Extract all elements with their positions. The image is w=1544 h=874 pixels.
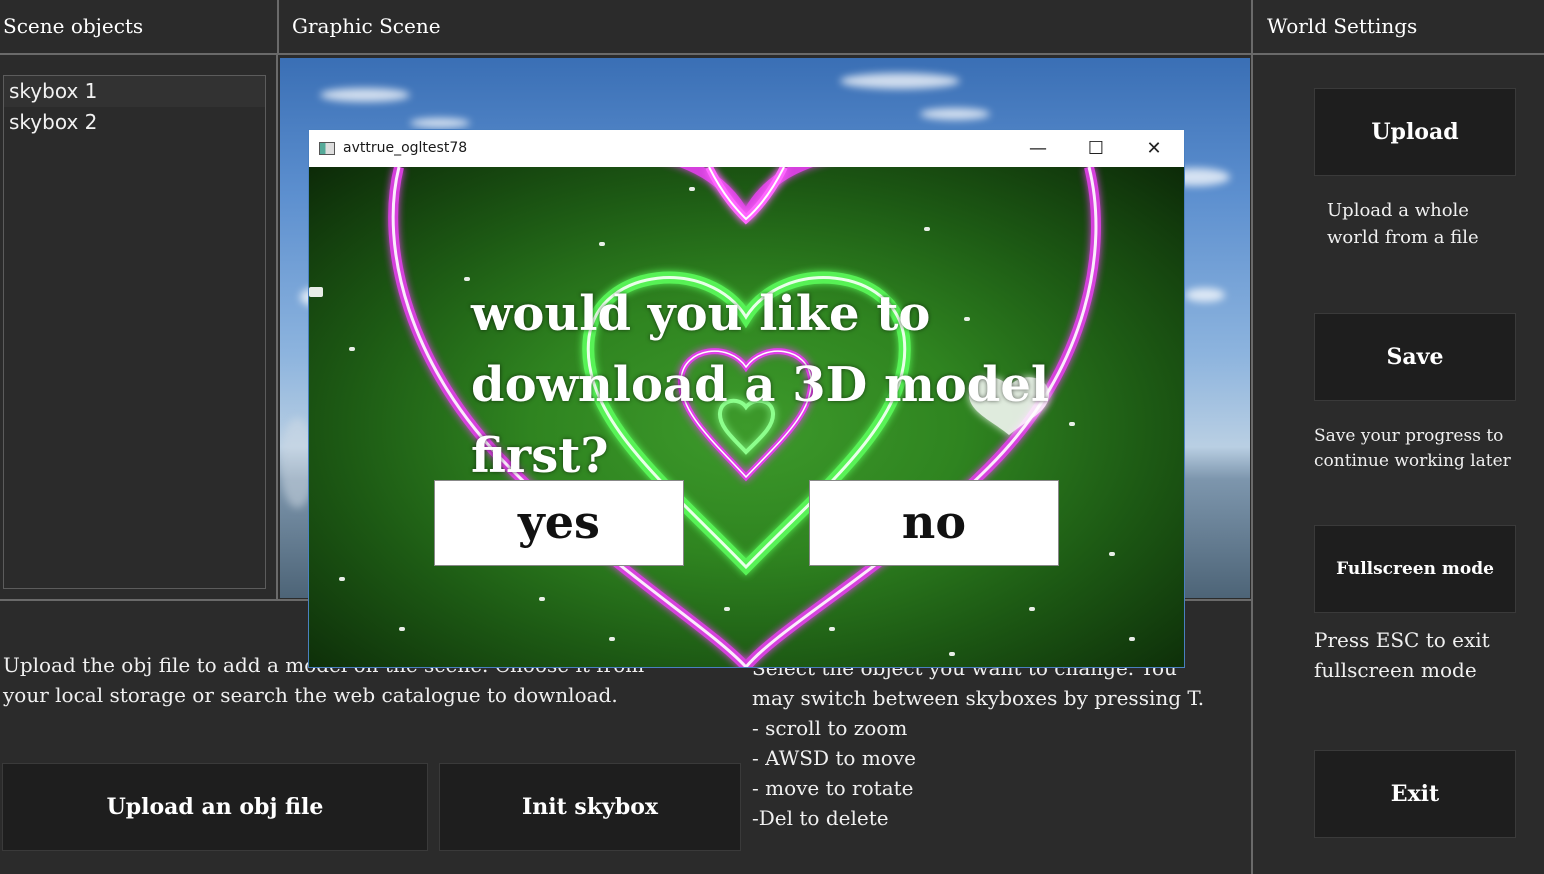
upload-desc-line-2: your local storage or search the web cat… (3, 683, 618, 707)
save-desc-line-2: continue working later (1314, 451, 1511, 471)
save-button[interactable]: Save (1314, 313, 1516, 401)
upload-world-desc-line-1: Upload a whole (1327, 200, 1469, 221)
dialog-question: would you like to download a 3D model fi… (471, 279, 1171, 492)
save-description: Save your progress to continue working l… (1314, 424, 1511, 474)
exit-button[interactable]: Exit (1314, 750, 1516, 838)
scene-objects-list[interactable]: skybox 1 skybox 2 (3, 75, 266, 589)
scene-objects-header: Scene objects (0, 0, 277, 55)
yes-button[interactable]: yes (434, 480, 684, 566)
upload-world-description: Upload a whole world from a file (1327, 197, 1479, 251)
right-divider (1251, 55, 1253, 874)
minimize-icon[interactable]: — (1009, 130, 1067, 167)
fullscreen-mode-button[interactable]: Fullscreen mode (1314, 525, 1516, 613)
list-item[interactable]: skybox 1 (4, 76, 265, 107)
upload-world-button[interactable]: Upload (1314, 88, 1516, 176)
list-item[interactable]: skybox 2 (4, 107, 265, 138)
app-icon (319, 142, 335, 155)
dialog-content: would you like to download a 3D model fi… (309, 167, 1184, 667)
fullscreen-desc-line-1: Press ESC to exit (1314, 628, 1490, 652)
init-skybox-button[interactable]: Init skybox (439, 763, 741, 851)
fullscreen-desc-line-2: fullscreen mode (1314, 658, 1477, 682)
instructions-text: Select the object you want to change. Yo… (752, 653, 1232, 833)
download-model-dialog[interactable]: avttrue_ogltest78 — ☐ ✕ would you like t… (308, 129, 1185, 668)
instruction-line: - move to rotate (752, 776, 914, 800)
question-line-2: download a 3D model first? (471, 357, 1050, 484)
dialog-titlebar[interactable]: avttrue_ogltest78 — ☐ ✕ (309, 130, 1184, 167)
save-desc-line-1: Save your progress to (1314, 426, 1504, 446)
close-icon[interactable]: ✕ (1125, 130, 1183, 167)
fullscreen-description: Press ESC to exit fullscreen mode (1314, 625, 1490, 685)
question-line-1: would you like to (471, 286, 931, 342)
instruction-line: -Del to delete (752, 806, 889, 830)
upload-obj-button[interactable]: Upload an obj file (2, 763, 428, 851)
world-settings-header: World Settings (1251, 0, 1544, 55)
instruction-line: - scroll to zoom (752, 716, 908, 740)
graphic-scene-header: Graphic Scene (277, 0, 1252, 55)
maximize-icon[interactable]: ☐ (1067, 130, 1125, 167)
instruction-line: - AWSD to move (752, 746, 916, 770)
instruction-line: may switch between skyboxes by pressing … (752, 686, 1205, 710)
dialog-window-title: avttrue_ogltest78 (343, 140, 468, 156)
upload-world-desc-line-2: world from a file (1327, 227, 1479, 248)
no-button[interactable]: no (809, 480, 1059, 566)
left-divider (276, 55, 278, 600)
